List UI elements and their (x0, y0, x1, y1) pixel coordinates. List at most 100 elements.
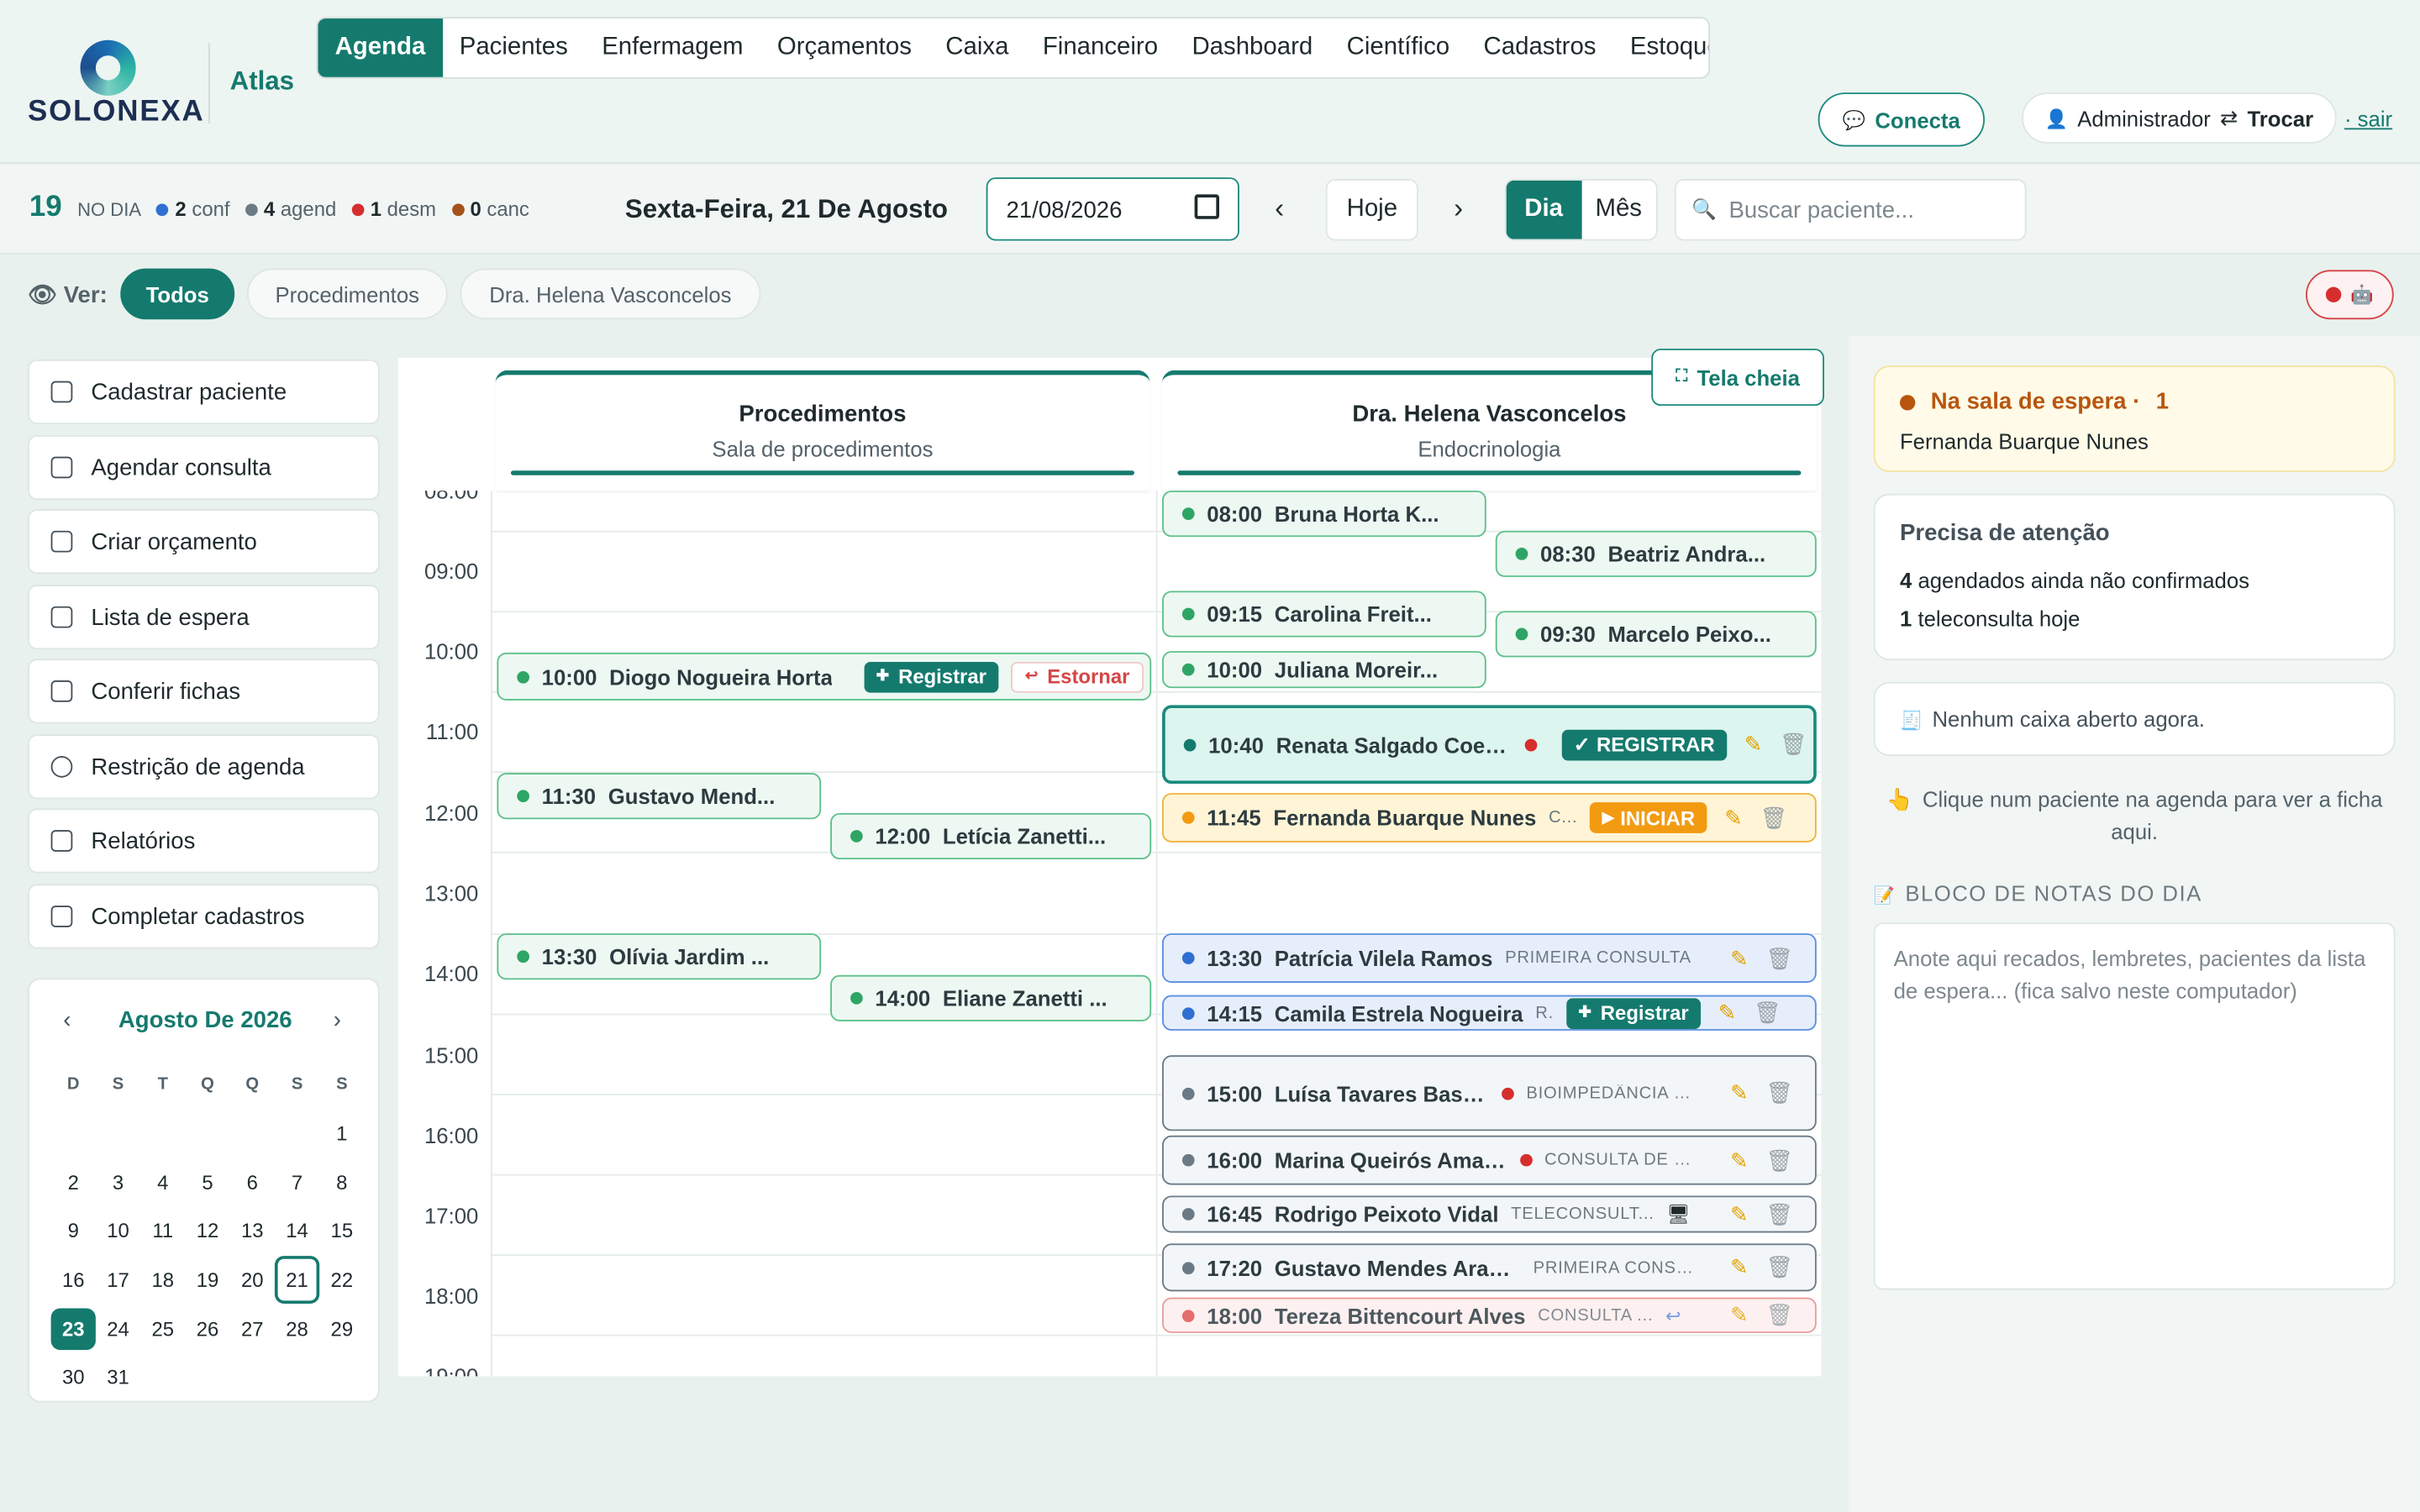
trash-icon[interactable]: 🗑 (1765, 1302, 1793, 1328)
trash-icon[interactable]: 🗑 (1765, 1080, 1793, 1106)
appointment-card[interactable]: 10:00 Diogo Nogueira Horta ✚ Registrar ↩ Esto… (497, 652, 1152, 701)
calendar-day[interactable]: 3 (96, 1171, 140, 1194)
completar-cadastros-button[interactable]: Completar cadastros (28, 884, 380, 949)
appointment-card[interactable]: 10:40 Renata Salgado Coelho ✓ REGISTRAR ✎ 🗑 (1162, 705, 1817, 785)
user-menu[interactable]: 👤 Administrador ⇄ Trocar (2022, 92, 2337, 144)
nav-cientifico[interactable]: Científico (1329, 18, 1466, 77)
appointment-card[interactable]: 16:45 Rodrigo Peixoto Vidal TELECONSULT...… (1162, 1195, 1817, 1233)
trash-icon[interactable]: 🗑 (1760, 805, 1787, 831)
calendar-day[interactable]: 19 (185, 1268, 229, 1292)
calendar-day[interactable]: 4 (140, 1171, 185, 1194)
calendar-day[interactable]: 7 (275, 1171, 319, 1194)
nav-caixa[interactable]: Caixa (929, 18, 1026, 77)
register-button[interactable]: ✚ Registrar (863, 661, 999, 692)
appointment-card[interactable]: 14:00 Eliane Zanetti ... (830, 974, 1152, 1021)
edit-icon[interactable]: ✎ (1739, 732, 1767, 758)
calendar-day[interactable]: 10 (96, 1220, 140, 1243)
agendar-consulta-button[interactable]: Agendar consulta (28, 434, 380, 501)
trash-icon[interactable]: 🗑 (1765, 945, 1793, 971)
calendar-day[interactable]: 16 (51, 1268, 96, 1292)
calendar-day[interactable]: 15 (319, 1220, 364, 1243)
attention-item[interactable]: 1 teleconsulta hoje (1900, 606, 2080, 631)
view-month[interactable]: Mês (1581, 181, 1656, 239)
calendar-day[interactable]: 12 (185, 1220, 229, 1243)
appointment-card[interactable]: 15:00 Luísa Tavares Bastos BIOIMPEDÂNCIA +… (1162, 1055, 1817, 1131)
calendar-icon[interactable] (1194, 194, 1219, 219)
lista-espera-button[interactable]: Lista de espera (28, 585, 380, 650)
relatorios-button[interactable]: Relatórios (28, 808, 380, 874)
refund-button[interactable]: ↩ Estornar (1011, 661, 1144, 692)
calendar-day-today[interactable]: 23 (50, 1308, 96, 1350)
nav-agenda[interactable]: Agenda (318, 18, 443, 77)
calendar-day[interactable]: 18 (140, 1268, 185, 1292)
switch-user-button[interactable]: Trocar (2247, 106, 2313, 130)
fullscreen-button[interactable]: ⛶ Tela cheia (1651, 349, 1824, 407)
appointment-card[interactable]: 14:15 Camila Estrela Nogueira R. ✚ Registrar… (1162, 995, 1817, 1031)
edit-icon[interactable]: ✎ (1725, 945, 1753, 971)
filter-todos[interactable]: Todos (120, 268, 235, 320)
edit-icon[interactable]: ✎ (1725, 1254, 1753, 1280)
next-day-button[interactable]: › (1454, 193, 1463, 226)
appointment-card[interactable]: 13:30 Patrícia Vilela Ramos PRIMEIRA CONSU… (1162, 933, 1817, 983)
criar-orcamento-button[interactable]: Criar orçamento (28, 509, 380, 575)
next-month-button[interactable]: › (334, 1007, 341, 1033)
edit-icon[interactable]: ✎ (1725, 1201, 1753, 1227)
edit-icon[interactable]: ✎ (1725, 1147, 1753, 1173)
register-button[interactable]: ✓ REGISTRAR (1560, 728, 1728, 760)
appointment-card[interactable]: 16:00 Marina Queirós Amaral CONSULTA DE R.… (1162, 1135, 1817, 1185)
calendar-day[interactable]: 29 (319, 1317, 364, 1341)
appointment-card[interactable]: 11:30 Gustavo Mend... (497, 773, 822, 820)
appointment-card[interactable]: 13:30 Olívia Jardim ... (497, 933, 822, 980)
calendar-day[interactable]: 25 (140, 1317, 185, 1341)
calendar-day-selected[interactable]: 21 (274, 1256, 320, 1305)
calendar-day[interactable]: 5 (185, 1171, 229, 1194)
calendar-day[interactable]: 11 (140, 1220, 185, 1243)
view-day[interactable]: Dia (1506, 180, 1581, 239)
calendar-day[interactable]: 2 (51, 1171, 96, 1194)
cadastrar-paciente-button[interactable]: Cadastrar paciente (28, 359, 380, 425)
conferir-fichas-button[interactable]: Conferir fichas (28, 659, 380, 724)
appointment-card[interactable]: 08:30 Beatriz Andra... (1495, 530, 1817, 577)
calendar-day[interactable]: 24 (96, 1317, 140, 1341)
calendar-day[interactable]: 8 (319, 1171, 364, 1194)
conecta-button[interactable]: 💬 Conecta (1818, 92, 1985, 147)
notes-textarea[interactable]: Anote aqui recados, lembretes, pacientes… (1873, 922, 2396, 1290)
trash-icon[interactable]: 🗑 (1754, 1000, 1781, 1026)
calendar-day[interactable]: 31 (96, 1366, 140, 1389)
trash-icon[interactable]: 🗑 (1780, 732, 1807, 758)
appointment-card[interactable]: 09:15 Carolina Freit... (1162, 591, 1486, 638)
appointment-card[interactable]: 09:30 Marcelo Peixo... (1495, 611, 1817, 658)
calendar-day[interactable]: 9 (51, 1220, 96, 1243)
appointment-card[interactable]: 10:00 Juliana Moreir... (1162, 651, 1486, 689)
nav-orcamentos[interactable]: Orçamentos (760, 18, 929, 77)
restricao-agenda-button[interactable]: Restrição de agenda (28, 734, 380, 800)
appointment-card[interactable]: 11:45 Fernanda Buarque Nunes C... ▶ INICIAR ✎… (1162, 793, 1817, 843)
trash-icon[interactable]: 🗑 (1765, 1254, 1793, 1280)
recording-toggle[interactable]: 🤖 (2306, 270, 2394, 320)
filter-dra-helena[interactable]: Dra. Helena Vasconcelos (460, 268, 761, 320)
calendar-day[interactable]: 17 (96, 1268, 140, 1292)
logout-link[interactable]: · sair (2344, 107, 2392, 131)
filter-procedimentos[interactable]: Procedimentos (246, 268, 448, 320)
nav-pacientes[interactable]: Pacientes (443, 18, 585, 77)
waiting-patient[interactable]: Fernanda Buarque Nunes (1900, 429, 2149, 454)
appointment-card[interactable]: 18:00 Tereza Bittencourt Alves CONSULTA ..… (1162, 1297, 1817, 1333)
nav-cadastros[interactable]: Cadastros (1466, 18, 1612, 77)
nav-dashboard[interactable]: Dashboard (1175, 18, 1329, 77)
calendar-day[interactable]: 13 (230, 1220, 275, 1243)
calendar-day[interactable]: 20 (230, 1268, 275, 1292)
calendar-day[interactable]: 30 (51, 1366, 96, 1389)
waiting-room-card[interactable]: Na sala de espera · 1 Fernanda Buarque Nu… (1873, 365, 2396, 473)
nav-enfermagem[interactable]: Enfermagem (585, 18, 760, 77)
appointment-card[interactable]: 08:00 Bruna Horta K... (1162, 491, 1486, 538)
calendar-day[interactable]: 1 (319, 1121, 364, 1145)
calendar-day[interactable]: 28 (275, 1317, 319, 1341)
nav-estoque[interactable]: Estoque (1613, 18, 1708, 77)
search-input[interactable]: 🔍 Buscar paciente... (1674, 179, 2027, 241)
appointment-card[interactable]: 12:00 Letícia Zanetti... (830, 812, 1152, 860)
start-button[interactable]: ▶ INICIAR (1590, 802, 1707, 833)
date-field[interactable]: 21/08/2026 (986, 177, 1239, 241)
edit-icon[interactable]: ✎ (1713, 1000, 1741, 1026)
calendar-day[interactable]: 6 (230, 1171, 275, 1194)
undo-icon[interactable]: ↩ (1665, 1305, 1681, 1326)
